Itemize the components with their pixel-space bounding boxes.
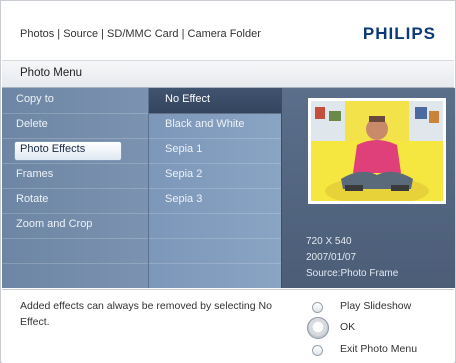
effect-item-black-and-white[interactable]: Black and White [149,113,282,139]
preview-panel: 720 X 540 2007/01/07 Source:Photo Frame [281,88,455,288]
help-text: Added effects can always be removed by s… [20,300,272,328]
menu-empty-row [2,238,148,264]
effects-list: No Effect Black and White Sepia 1 Sepia … [148,88,282,288]
option-label: Play Slideshow [340,300,412,312]
breadcrumb: Photos | Source | SD/MMC Card | Camera F… [20,28,261,40]
menu-item-label: Photo Effects [20,143,86,155]
effect-item-label: Sepia 1 [165,143,203,155]
brand-logo: PHILIPS [362,24,436,43]
photo-source: Source:Photo Frame [306,268,399,279]
menu-item-frames[interactable]: Frames [2,163,148,189]
window-frame: Photos | Source | SD/MMC Card | Camera F… [0,0,456,363]
effect-item-sepia-1[interactable]: Sepia 1 [149,138,282,164]
photo-resolution: 720 X 540 [306,236,352,247]
menu-item-zoom-and-crop[interactable]: Zoom and Crop [2,213,148,239]
footer: Added effects can always be removed by s… [2,289,454,363]
header: Photos | Source | SD/MMC Card | Camera F… [2,2,454,61]
ok-button-icon [307,317,329,339]
menu-item-label: Zoom and Crop [16,218,93,230]
effects-empty-row [149,238,282,264]
radio-icon [312,345,323,356]
main-panel: Copy to Delete Photo Effects Frames Rota… [2,88,455,288]
effect-item-no-effect[interactable]: No Effect [149,88,282,114]
effect-item-label: Sepia 2 [165,168,203,180]
effects-empty-row [149,213,282,239]
effect-item-sepia-3[interactable]: Sepia 3 [149,188,282,214]
menu-item-photo-effects[interactable]: Photo Effects [2,138,148,164]
menu-item-label: Frames [16,168,54,180]
menu-item-label: Copy to [16,93,54,105]
menu-item-label: Delete [16,118,48,130]
menu-item-copy-to[interactable]: Copy to [2,88,148,114]
radio-icon [312,302,323,313]
effect-item-label: Black and White [165,118,245,130]
effect-item-label: Sepia 3 [165,193,203,205]
menu-item-label: Rotate [16,193,49,205]
page-title: Photo Menu [20,67,83,79]
photo-thumbnail [308,98,446,204]
effect-item-label: No Effect [165,93,211,105]
menu-title-bar: Photo Menu [2,61,454,88]
menu-item-rotate[interactable]: Rotate [2,188,148,214]
photo-image [311,101,443,201]
menu-item-delete[interactable]: Delete [2,113,148,139]
photo-menu-list: Copy to Delete Photo Effects Frames Rota… [2,88,148,288]
option-label: Exit Photo Menu [340,343,418,355]
effect-item-sepia-2[interactable]: Sepia 2 [149,163,282,189]
photo-date: 2007/01/07 [306,252,357,263]
option-label: OK [340,321,356,333]
